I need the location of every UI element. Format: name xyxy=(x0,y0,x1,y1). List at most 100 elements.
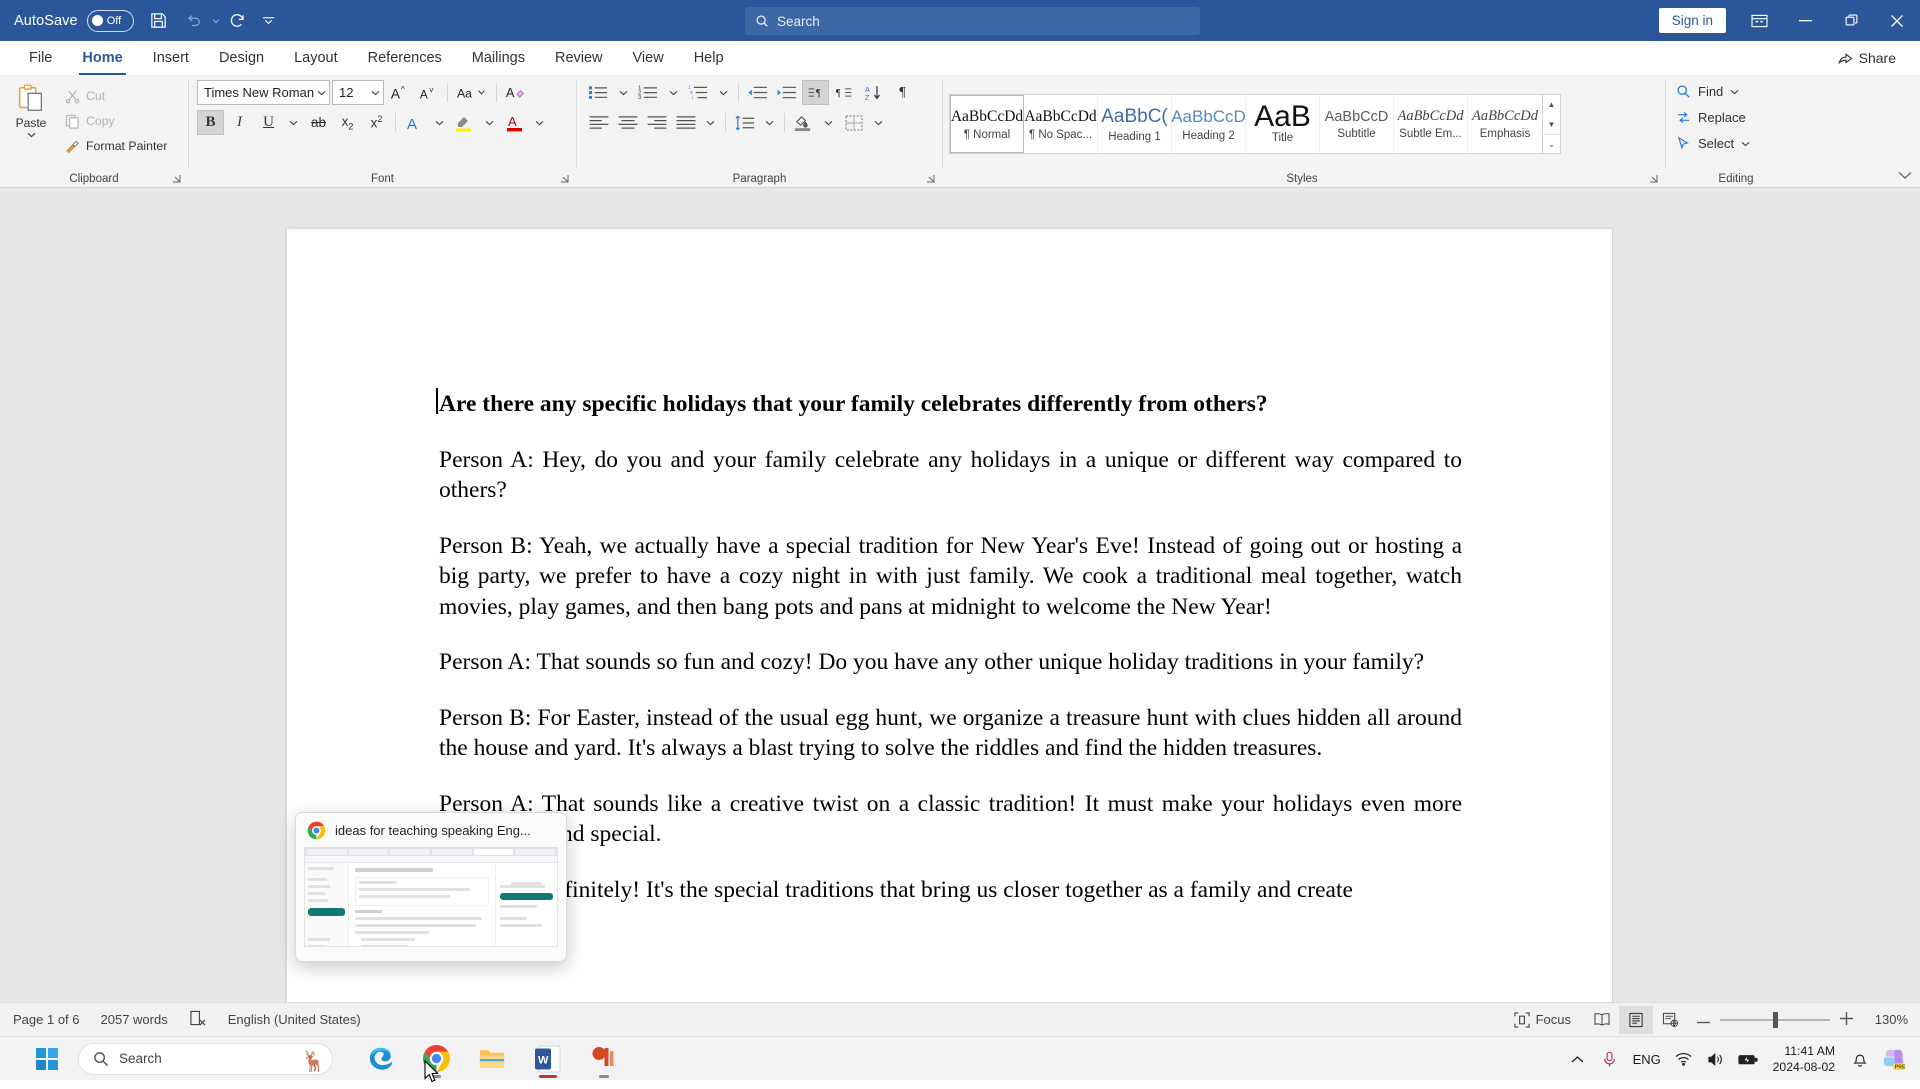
redo-icon[interactable] xyxy=(222,4,256,38)
font-name-combo[interactable]: Times New Roman xyxy=(197,80,330,105)
bullets-dropdown-icon[interactable] xyxy=(614,80,633,105)
align-right-button[interactable] xyxy=(643,110,670,135)
paste-dropdown-icon[interactable] xyxy=(27,129,36,141)
tab-view[interactable]: View xyxy=(618,41,679,75)
powerpoint-icon[interactable] xyxy=(579,1037,629,1081)
justify-button[interactable] xyxy=(672,110,699,135)
align-center-button[interactable] xyxy=(614,110,641,135)
taskbar-search-box[interactable]: Search 🦌 xyxy=(78,1043,333,1075)
style-no-spacing[interactable]: AaBbCcDd ¶ No Spac... xyxy=(1024,95,1098,153)
microphone-icon[interactable] xyxy=(1594,1037,1626,1081)
customize-quick-access-icon[interactable] xyxy=(256,4,282,38)
save-icon[interactable] xyxy=(142,4,176,38)
file-explorer-icon[interactable] xyxy=(467,1037,517,1081)
line-spacing-dropdown-icon[interactable] xyxy=(760,110,779,135)
start-button[interactable] xyxy=(22,1037,72,1081)
tab-help[interactable]: Help xyxy=(679,41,739,75)
styles-dialog-launcher-icon[interactable] xyxy=(1648,173,1659,184)
tab-insert[interactable]: Insert xyxy=(138,41,204,75)
cut-button[interactable]: Cut xyxy=(62,85,167,107)
bullets-button[interactable] xyxy=(585,80,612,105)
web-layout-icon[interactable] xyxy=(1653,1006,1687,1034)
document-paragraph[interactable]: Person B: Yeah, we actually have a speci… xyxy=(439,531,1462,623)
preview-thumbnail[interactable] xyxy=(304,847,558,947)
undo-icon[interactable] xyxy=(176,4,210,38)
clear-formatting-icon[interactable]: A xyxy=(502,80,529,105)
zoom-in-button[interactable] xyxy=(1840,1012,1853,1028)
copy-button[interactable]: Copy xyxy=(62,110,167,132)
document-paragraph[interactable]: Person B: For Easter, instead of the usu… xyxy=(439,703,1462,764)
style-emphasis[interactable]: AaBbCcDd Emphasis xyxy=(1468,95,1542,153)
tab-design[interactable]: Design xyxy=(204,41,279,75)
collapse-ribbon-icon[interactable] xyxy=(1898,169,1912,183)
minimize-button[interactable] xyxy=(1782,0,1828,41)
zoom-track[interactable] xyxy=(1720,1019,1830,1021)
autosave-toggle[interactable]: Off xyxy=(87,10,134,32)
multilevel-list-button[interactable]: 1ai xyxy=(685,80,712,105)
show-formatting-marks-button[interactable]: ¶ xyxy=(889,80,916,105)
numbering-button[interactable]: 123 xyxy=(635,80,662,105)
subscript-button[interactable]: x2 xyxy=(334,110,361,135)
volume-icon[interactable] xyxy=(1700,1037,1732,1081)
shading-button[interactable] xyxy=(790,110,817,135)
style-subtitle[interactable]: AaBbCcD Subtitle xyxy=(1320,95,1394,153)
tab-references[interactable]: References xyxy=(353,41,457,75)
tab-mailings[interactable]: Mailings xyxy=(457,41,540,75)
word-count[interactable]: 2057 words xyxy=(101,1012,168,1027)
text-effects-dropdown-icon[interactable] xyxy=(430,110,449,135)
wifi-icon[interactable] xyxy=(1668,1037,1700,1081)
restore-button[interactable] xyxy=(1828,0,1874,41)
shading-dropdown-icon[interactable] xyxy=(819,110,838,135)
change-case-button[interactable]: Aa xyxy=(453,80,491,105)
styles-scroll-up-icon[interactable]: ▲ xyxy=(1543,95,1560,114)
read-mode-icon[interactable] xyxy=(1585,1006,1619,1034)
multilevel-dropdown-icon[interactable] xyxy=(714,80,733,105)
document-paragraph[interactable]: Person A: Hey, do you and your family ce… xyxy=(439,445,1462,506)
print-layout-icon[interactable] xyxy=(1619,1006,1653,1034)
style-subtle-emphasis[interactable]: AaBbCcDd Subtle Em... xyxy=(1394,95,1468,153)
font-color-dropdown-icon[interactable] xyxy=(530,110,549,135)
text-highlight-color-button[interactable] xyxy=(451,110,478,135)
show-hidden-icons-icon[interactable] xyxy=(1562,1037,1594,1081)
decrease-font-size-icon[interactable]: A˅ xyxy=(415,80,442,105)
taskbar-thumbnail-preview[interactable]: ideas for teaching speaking Eng... xyxy=(295,812,567,962)
ltr-text-direction-button[interactable]: ¶ xyxy=(802,80,829,105)
focus-button[interactable]: Focus xyxy=(1514,1012,1571,1028)
tab-review[interactable]: Review xyxy=(540,41,618,75)
font-color-button[interactable]: A xyxy=(501,110,528,135)
underline-button[interactable]: U xyxy=(255,110,282,135)
proofing-errors-icon[interactable] xyxy=(189,1010,207,1029)
battery-icon[interactable] xyxy=(1732,1037,1764,1081)
language-label[interactable]: English (United States) xyxy=(228,1012,361,1027)
tab-layout[interactable]: Layout xyxy=(279,41,353,75)
word-icon[interactable]: W xyxy=(523,1037,573,1081)
zoom-out-button[interactable] xyxy=(1697,1012,1710,1027)
font-size-combo[interactable]: 12 xyxy=(332,80,384,105)
style-normal[interactable]: AaBbCcDd ¶ Normal xyxy=(950,95,1024,153)
styles-more-icon[interactable]: ⌄ xyxy=(1543,134,1560,153)
superscript-button[interactable]: x2 xyxy=(363,110,390,135)
share-button[interactable]: Share xyxy=(1828,45,1906,71)
borders-dropdown-icon[interactable] xyxy=(869,110,888,135)
italic-button[interactable]: I xyxy=(226,110,253,135)
justify-dropdown-icon[interactable] xyxy=(701,110,720,135)
tab-file[interactable]: File xyxy=(14,41,67,75)
clipboard-dialog-launcher-icon[interactable] xyxy=(171,173,182,184)
styles-scroll-down-icon[interactable]: ▼ xyxy=(1543,115,1560,134)
find-button[interactable]: Find xyxy=(1676,81,1739,102)
borders-button[interactable] xyxy=(840,110,867,135)
increase-font-size-icon[interactable]: A^ xyxy=(386,80,413,105)
document-paragraph[interactable]: Person A: That sounds like a creative tw… xyxy=(439,789,1462,850)
document-paragraph[interactable]: Person A: That sounds so fun and cozy! D… xyxy=(439,647,1462,678)
rtl-text-direction-button[interactable]: ¶ xyxy=(831,80,858,105)
paste-button[interactable]: Paste xyxy=(0,81,62,141)
search-input[interactable]: Search xyxy=(745,7,1200,35)
styles-gallery[interactable]: AaBbCcDd ¶ Normal AaBbCcDd ¶ No Spac... … xyxy=(949,94,1543,154)
sort-button[interactable]: AZ xyxy=(860,80,887,105)
paragraph-dialog-launcher-icon[interactable] xyxy=(925,173,936,184)
document-paragraph-heading[interactable]: Are there any specific holidays that you… xyxy=(439,389,1462,420)
clock[interactable]: 11:41 AM 2024-08-02 xyxy=(1764,1043,1844,1076)
increase-indent-button[interactable] xyxy=(773,80,800,105)
select-button[interactable]: Select xyxy=(1676,133,1750,154)
document-canvas[interactable]: Are there any specific holidays that you… xyxy=(0,188,1920,1002)
